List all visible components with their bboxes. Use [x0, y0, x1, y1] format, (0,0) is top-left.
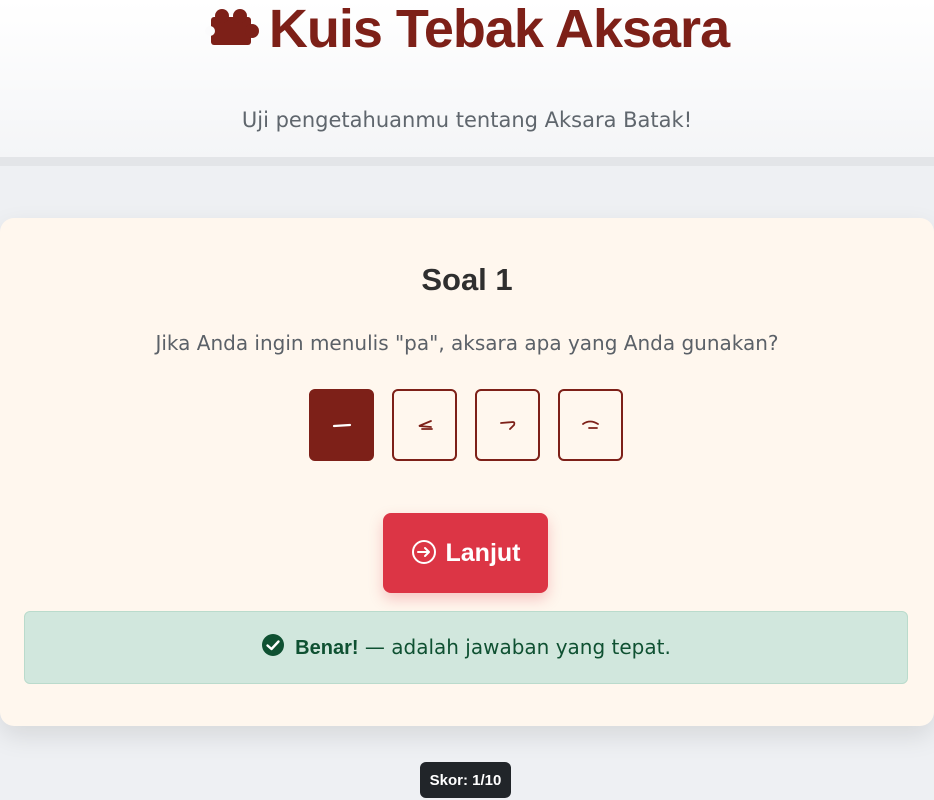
feedback-strong: Benar! [295, 637, 359, 659]
feedback-text: Benar! — adalah jawaban yang tepat. [295, 635, 671, 660]
title-row: Kuis Tebak Aksara [0, 0, 934, 59]
question-title: Soal 1 [421, 262, 513, 297]
puzzle-piece-icon [204, 7, 259, 51]
check-circle-icon [261, 633, 285, 662]
header-divider [0, 157, 934, 166]
arrow-circle-right-icon [411, 539, 437, 568]
next-button-label: Lanjut [445, 538, 521, 567]
feedback-rest: — adalah jawaban yang tepat. [358, 635, 671, 659]
answer-options [309, 389, 623, 461]
answer-option-2[interactable] [392, 389, 457, 461]
aksara-glyph-3 [499, 421, 515, 430]
answer-option-3[interactable] [475, 389, 540, 461]
question-text: Jika Anda ingin menulis "pa", aksara apa… [155, 331, 779, 355]
aksara-glyph-4 [581, 420, 599, 429]
aksara-glyph-2 [418, 420, 433, 430]
score-badge: Skor: 1/10 [420, 762, 511, 798]
page-subtitle: Uji pengetahuanmu tentang Aksara Batak! [241, 108, 693, 132]
aksara-glyph-1 [332, 423, 351, 428]
answer-option-1[interactable] [309, 389, 374, 461]
page-title: Kuis Tebak Aksara [268, 0, 730, 59]
answer-option-4[interactable] [558, 389, 623, 461]
next-button[interactable]: Lanjut [383, 513, 548, 593]
feedback-alert: Benar! — adalah jawaban yang tepat. [24, 611, 908, 684]
